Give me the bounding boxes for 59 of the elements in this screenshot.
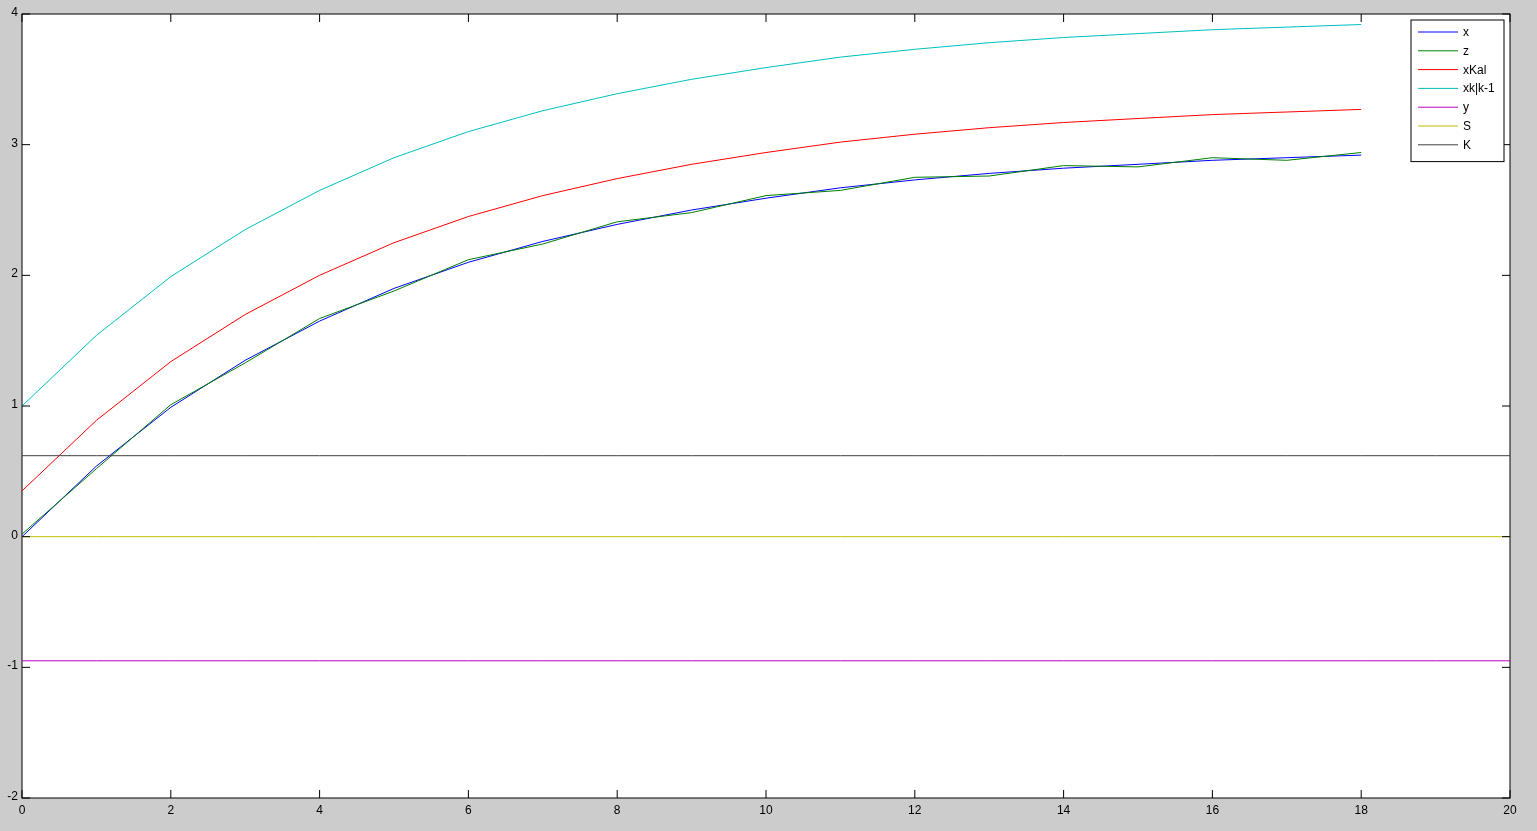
legend-label: xKal (1463, 62, 1487, 77)
tick-mark (21, 666, 31, 668)
tick-mark (170, 789, 172, 799)
legend-label: x (1463, 25, 1469, 39)
tick-mark (765, 13, 767, 23)
legend-line-sample (1417, 50, 1459, 52)
tick-mark (21, 274, 31, 276)
y-tick-label: -2 (7, 789, 18, 803)
tick-mark (21, 144, 31, 146)
tick-mark (616, 789, 618, 799)
tick-mark (1063, 789, 1065, 799)
x-tick-label: 20 (1503, 803, 1517, 817)
x-tick-label: 16 (1205, 803, 1220, 817)
legend-line-sample (1417, 106, 1459, 108)
y-tick-label: 3 (11, 135, 18, 150)
legend-label: y (1463, 100, 1469, 115)
tick-mark (467, 789, 469, 799)
tick-mark (914, 13, 916, 23)
y-tick-label: -1 (7, 658, 18, 673)
x-tick-label: 12 (908, 803, 922, 817)
legend-line-sample (1417, 69, 1459, 71)
y-tick-label: 0 (11, 527, 18, 542)
legend-line-sample (1417, 125, 1459, 127)
x-tick-label: 0 (18, 803, 26, 817)
tick-mark (914, 789, 916, 799)
tick-mark (765, 789, 767, 799)
tick-mark (1501, 405, 1511, 407)
y-tick-label: 2 (11, 266, 18, 281)
y-tick-label: 4 (11, 5, 18, 19)
x-tick-label: 6 (465, 803, 472, 817)
tick-mark (1063, 13, 1065, 23)
legend-line-sample (1417, 144, 1459, 146)
legend-label: xk|k-1 (1463, 81, 1495, 96)
tick-mark (21, 536, 31, 538)
x-tick-label: 2 (167, 803, 175, 817)
x-tick-label: 14 (1056, 803, 1071, 817)
x-tick-label: 4 (316, 803, 323, 817)
tick-mark (1360, 789, 1362, 799)
tick-mark (1501, 274, 1511, 276)
tick-mark (319, 13, 321, 23)
tick-mark (467, 13, 469, 23)
legend-line-sample (1417, 31, 1459, 33)
tick-mark (170, 13, 172, 23)
tick-mark (1501, 536, 1511, 538)
tick-mark (1211, 789, 1213, 799)
legend-label: z (1463, 43, 1469, 58)
x-tick-label: 18 (1354, 803, 1368, 817)
tick-mark (319, 789, 321, 799)
legend-label: S (1463, 119, 1471, 133)
tick-mark (1501, 666, 1511, 668)
legend-label: K (1463, 137, 1471, 152)
legend-line-sample (1417, 87, 1459, 89)
tick-mark (616, 13, 618, 23)
tick-mark (21, 405, 31, 407)
tick-mark (1211, 13, 1213, 23)
y-tick-label: 1 (11, 397, 18, 411)
tick-mark (1360, 13, 1362, 23)
x-tick-label: 10 (759, 803, 773, 817)
x-tick-label: 8 (613, 803, 621, 817)
